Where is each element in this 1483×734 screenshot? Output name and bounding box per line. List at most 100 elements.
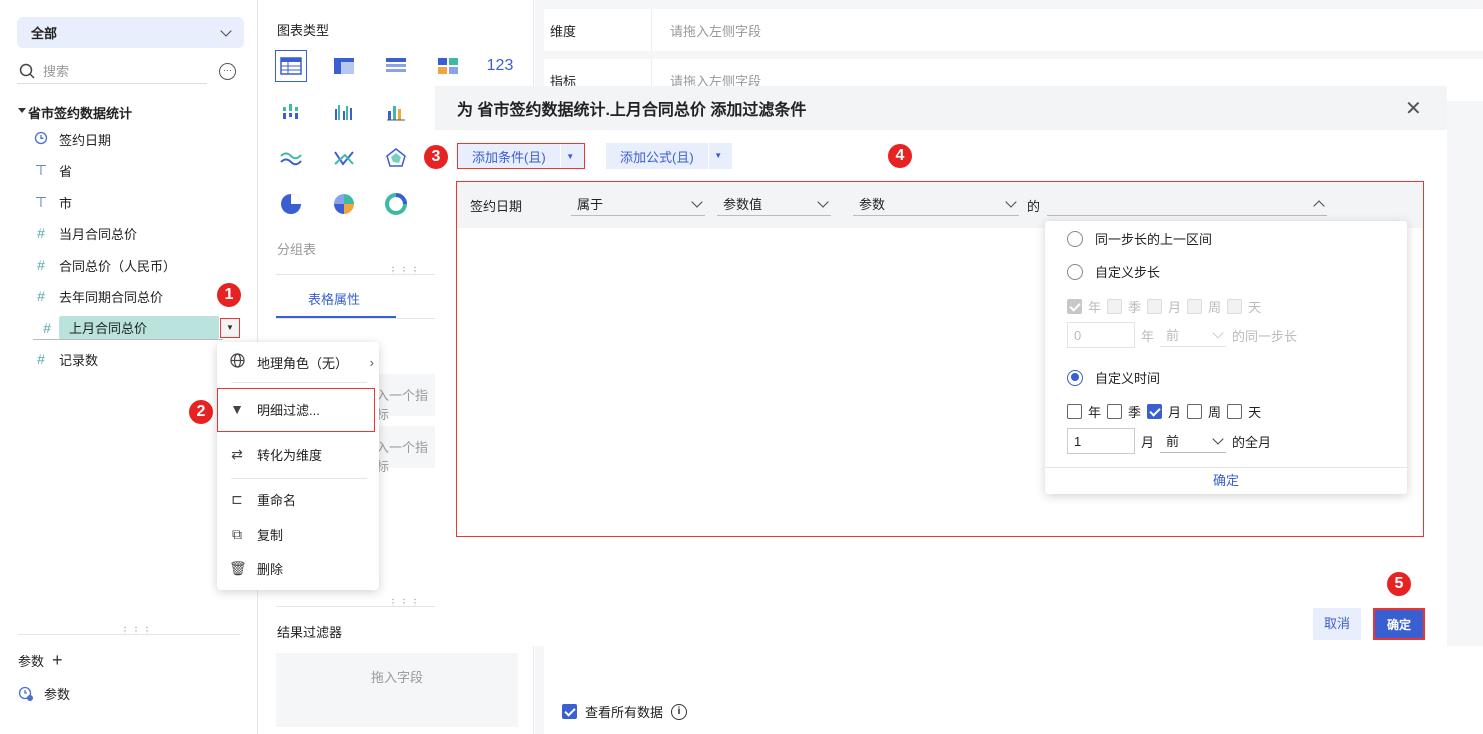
search-box[interactable]: 搜索	[17, 58, 207, 84]
step-badge-1: 1	[217, 283, 241, 307]
radio-custom-time[interactable]	[1067, 369, 1083, 386]
condition-field: 签约日期	[470, 199, 523, 214]
params-header: 参数 +	[18, 650, 63, 671]
confirm-button[interactable]: 确定	[1373, 608, 1425, 640]
menu-divider	[231, 478, 367, 479]
time-direction-select[interactable]: 前	[1160, 429, 1227, 453]
detail-table-icon[interactable]	[380, 50, 412, 82]
step-value-row: 0 年 前 的同一步长	[1067, 322, 1297, 348]
chevron-down-icon	[1005, 195, 1017, 208]
chart-type-label: 图表类型	[277, 23, 330, 38]
drag-field-area[interactable]: 拖入字段	[276, 653, 518, 727]
menu-delete[interactable]: 🗑 删除	[229, 557, 283, 579]
step-week-checkbox[interactable]	[1187, 299, 1203, 314]
column-chart-icon[interactable]	[380, 96, 412, 128]
donut-chart-icon[interactable]	[380, 188, 412, 220]
time-day-checkbox[interactable]	[1227, 404, 1243, 419]
add-param-icon[interactable]: +	[52, 650, 63, 671]
step-direction-select[interactable]: 前	[1160, 323, 1227, 347]
field-lastmonth-total[interactable]: # 上月合同总价	[33, 316, 223, 340]
radar-chart-icon[interactable]	[380, 142, 412, 174]
table-title[interactable]: 省市签约数据统计	[28, 103, 132, 122]
menu-detail-filter[interactable]: ▼ 明细过滤...	[229, 398, 320, 420]
resize-handle[interactable]: ⋮⋮⋮	[388, 266, 421, 277]
time-range-select[interactable]	[1047, 192, 1327, 216]
time-number-input[interactable]: 1	[1067, 428, 1135, 454]
step-year-checkbox[interactable]	[1067, 299, 1082, 314]
tab-table-props[interactable]: 表格属性	[308, 289, 360, 308]
field-sign-date[interactable]: 签约日期	[33, 127, 111, 151]
field-dropdown-button[interactable]: ▼	[220, 318, 240, 338]
scope-select[interactable]: 全部	[17, 17, 244, 48]
option-custom-time[interactable]: 自定义时间	[1067, 368, 1160, 387]
card-chart-icon[interactable]	[432, 50, 464, 82]
table-chart-icon[interactable]	[275, 50, 307, 82]
param-select[interactable]: 参数	[853, 192, 1019, 216]
dimension-drop-row[interactable]: 维度 请拖入左侧字段	[544, 9, 1483, 51]
more-icon[interactable]: ···	[219, 63, 236, 80]
info-icon[interactable]: i	[671, 703, 688, 720]
of-label: 的	[1027, 199, 1041, 214]
menu-geo-role[interactable]: 地理角色（无） ›	[229, 351, 374, 373]
resize-handle[interactable]: ⋮⋮⋮	[388, 598, 421, 609]
time-granularity-row: 年 季 月 周 天	[1067, 402, 1261, 421]
step-number-input[interactable]: 0	[1067, 322, 1135, 348]
time-month-checkbox[interactable]	[1147, 404, 1163, 419]
field-record-count[interactable]: # 记录数	[33, 347, 98, 371]
field-province[interactable]: ⊤ 省	[33, 158, 72, 182]
param-icon	[18, 686, 33, 701]
field-total-rmb[interactable]: # 合同总价（人民币）	[33, 253, 176, 277]
menu-rename[interactable]: ⊏ 重命名	[229, 488, 296, 510]
popup-confirm-button[interactable]: 确定	[1045, 467, 1407, 494]
rose-chart-icon[interactable]	[328, 188, 360, 220]
cancel-button[interactable]: 取消	[1313, 608, 1361, 640]
time-week-checkbox[interactable]	[1187, 404, 1203, 419]
text-icon: ⊤	[34, 193, 48, 210]
dimension-placeholder: 请拖入左侧字段	[670, 23, 762, 39]
field-city[interactable]: ⊤ 市	[33, 190, 72, 214]
field-lastyear-total[interactable]: # 去年同期合同总价	[33, 284, 163, 308]
menu-copy[interactable]: ⧉ 复制	[229, 523, 283, 545]
crosstab-chart-icon[interactable]	[328, 50, 360, 82]
add-formula-button[interactable]: 添加公式(且) ▼	[606, 143, 732, 169]
resize-handle[interactable]: ⋮⋮⋮	[120, 626, 153, 637]
radio-prev-interval[interactable]	[1067, 230, 1083, 247]
scope-label: 全部	[31, 26, 58, 41]
menu-convert-dimension[interactable]: ⇄ 转化为维度	[229, 443, 322, 465]
operator-select[interactable]: 属于	[571, 192, 705, 216]
time-quarter-checkbox[interactable]	[1107, 404, 1123, 419]
bar-chart-icon[interactable]	[275, 96, 307, 128]
value-type-select[interactable]: 参数值	[717, 192, 831, 216]
grouped-bar-icon[interactable]	[328, 96, 360, 128]
add-condition-button[interactable]: 添加条件(且) ▼	[457, 143, 585, 169]
close-icon[interactable]: ✕	[1405, 96, 1422, 121]
view-all-checkbox[interactable]	[562, 704, 577, 719]
add-condition-dropdown[interactable]: ▼	[559, 144, 580, 168]
chevron-down-icon	[220, 24, 232, 37]
option-prev-interval[interactable]: 同一步长的上一区间	[1067, 229, 1212, 248]
kpi-number-icon[interactable]: 123	[484, 50, 516, 82]
param-item[interactable]: 参数	[18, 684, 70, 703]
result-filter-label: 结果过滤器	[277, 625, 343, 640]
time-year-checkbox[interactable]	[1067, 404, 1082, 419]
step-month-checkbox[interactable]	[1147, 299, 1163, 314]
trash-icon: 🗑	[229, 559, 247, 576]
radio-custom-step[interactable]	[1067, 263, 1083, 280]
step-quarter-checkbox[interactable]	[1107, 299, 1123, 314]
option-custom-step[interactable]: 自定义步长	[1067, 262, 1160, 281]
line-chart-icon[interactable]	[275, 142, 307, 174]
group-table-label: 分组表	[277, 242, 317, 257]
step-badge-2: 2	[189, 400, 213, 424]
field-month-total[interactable]: # 当月合同总价	[33, 221, 137, 245]
pie-chart-icon[interactable]	[275, 188, 307, 220]
step-day-checkbox[interactable]	[1227, 299, 1243, 314]
hash-plus-icon: #	[37, 351, 45, 367]
hash-icon: #	[37, 288, 45, 304]
rename-icon: ⊏	[231, 490, 243, 507]
divider	[18, 634, 240, 635]
text-icon: ⊤	[34, 161, 48, 178]
combo-chart-icon[interactable]	[328, 142, 360, 174]
add-formula-dropdown[interactable]: ▼	[707, 143, 728, 169]
view-all-data[interactable]: 查看所有数据 i	[562, 702, 688, 721]
step-badge-5: 5	[1387, 572, 1411, 596]
